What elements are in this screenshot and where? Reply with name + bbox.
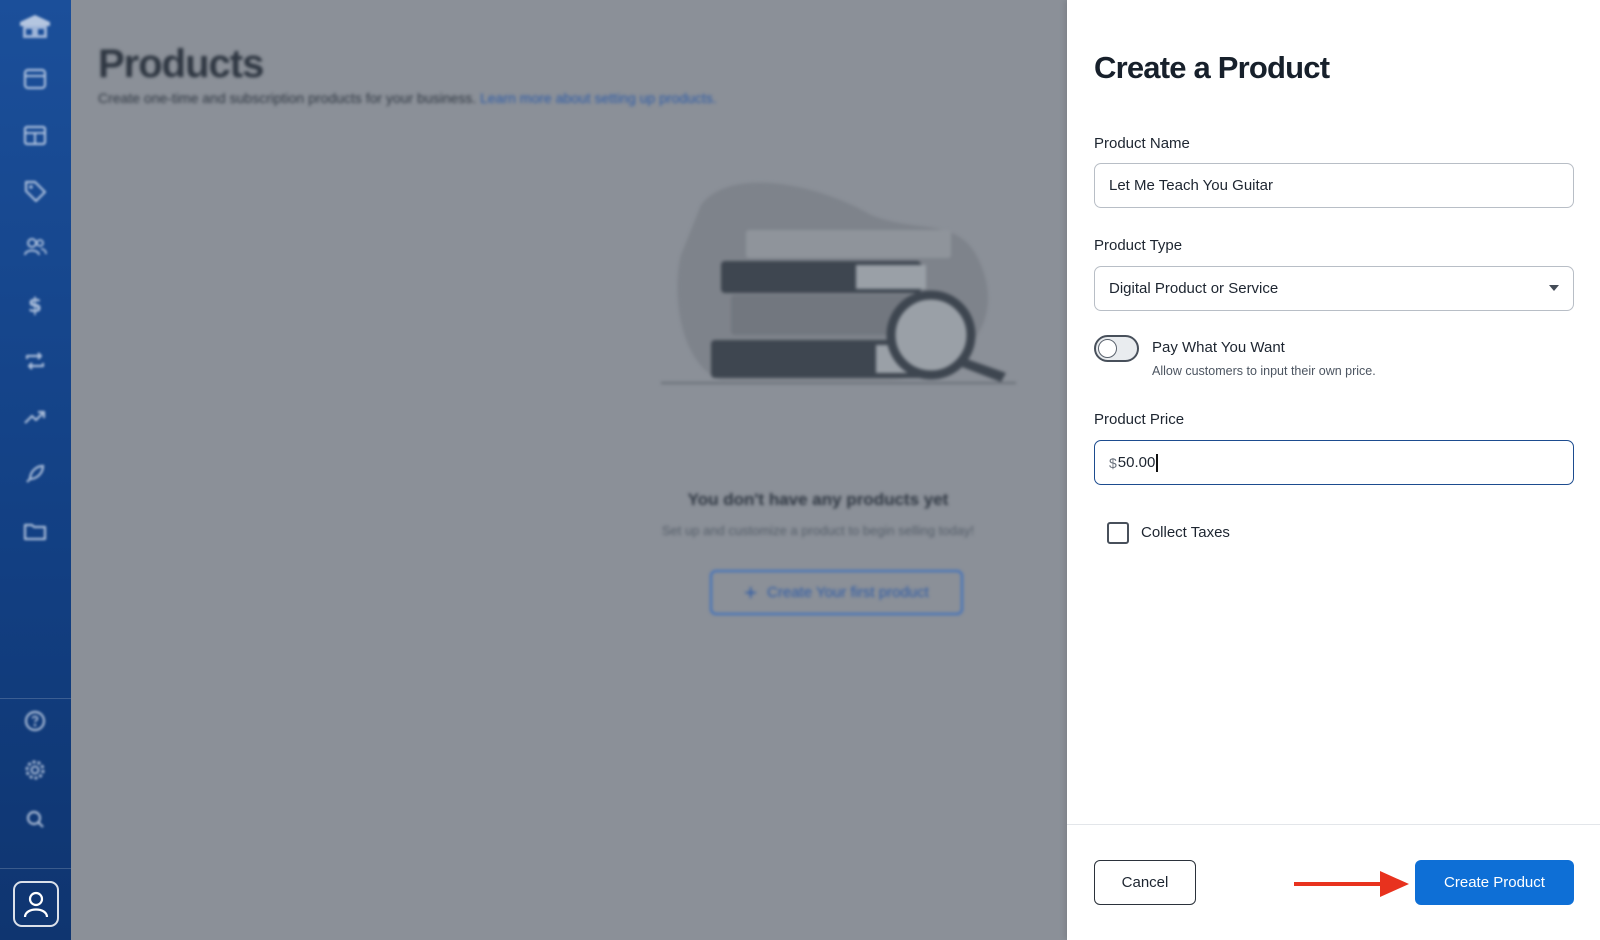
product-type-label: Product Type: [1094, 237, 1183, 254]
sidebar-divider: [0, 698, 71, 699]
annotation-arrow-icon: [1294, 871, 1409, 897]
dashboard-icon[interactable]: [22, 66, 48, 92]
product-type-value: Digital Product or Service: [1109, 280, 1279, 297]
product-name-input[interactable]: Let Me Teach You Guitar: [1094, 163, 1574, 208]
logo-icon[interactable]: [16, 12, 54, 44]
empty-products-illustration: [661, 182, 1016, 384]
product-type-select[interactable]: Digital Product or Service: [1094, 266, 1574, 311]
search-icon[interactable]: [22, 806, 48, 832]
page-title: Products: [98, 42, 264, 86]
trending-icon[interactable]: [22, 404, 48, 430]
create-product-button[interactable]: Create Product: [1415, 860, 1574, 905]
cancel-button[interactable]: Cancel: [1094, 860, 1196, 905]
settings-icon[interactable]: [22, 757, 48, 783]
pay-what-you-want-label: Pay What You Want: [1152, 339, 1285, 356]
tag-icon[interactable]: [22, 178, 48, 204]
rocket-icon[interactable]: [22, 461, 48, 487]
svg-text:$: $: [28, 293, 42, 317]
learn-more-link[interactable]: Learn more about setting up products.: [480, 90, 717, 106]
pay-what-you-want-toggle[interactable]: [1094, 335, 1139, 362]
caret-down-icon: [1549, 285, 1559, 291]
create-first-product-button[interactable]: + Create Your first product: [710, 570, 963, 615]
plus-icon: +: [744, 579, 758, 605]
pay-what-you-want-help: Allow customers to input their own price…: [1152, 364, 1376, 378]
folder-icon[interactable]: [22, 518, 48, 544]
toggle-knob: [1098, 339, 1117, 358]
page-subtitle: Create one-time and subscription product…: [98, 90, 717, 106]
product-price-input[interactable]: $ 50.00: [1094, 440, 1574, 485]
collect-taxes-label[interactable]: Collect Taxes: [1141, 524, 1230, 541]
storefront-icon[interactable]: [22, 122, 48, 148]
collect-taxes-checkbox[interactable]: [1107, 522, 1129, 544]
panel-title: Create a Product: [1094, 50, 1330, 85]
product-name-label: Product Name: [1094, 135, 1190, 152]
users-icon[interactable]: [22, 234, 48, 260]
background-page: Products Create one-time and subscriptio…: [71, 0, 1067, 940]
create-product-panel: Create a Product Product Name Let Me Tea…: [1067, 0, 1600, 940]
currency-prefix: $: [1109, 454, 1117, 471]
product-name-value: Let Me Teach You Guitar: [1109, 177, 1274, 194]
sidebar: $: [0, 0, 71, 940]
help-icon[interactable]: [22, 708, 48, 734]
dollar-icon[interactable]: $: [22, 291, 48, 317]
repeat-icon[interactable]: [22, 348, 48, 374]
product-price-label: Product Price: [1094, 411, 1185, 428]
user-avatar-button[interactable]: [13, 881, 59, 927]
product-price-value: 50.00: [1117, 454, 1156, 471]
user-icon: [23, 891, 49, 918]
create-first-product-label: Create Your first product: [767, 584, 929, 601]
footer-divider: [1067, 824, 1600, 825]
empty-state-subtitle: Set up and customize a product to begin …: [661, 523, 975, 538]
empty-state-title: You don't have any products yet: [687, 490, 949, 509]
page-subtitle-text: Create one-time and subscription product…: [98, 90, 477, 106]
sidebar-divider: [0, 868, 71, 869]
text-cursor: [1156, 453, 1158, 472]
